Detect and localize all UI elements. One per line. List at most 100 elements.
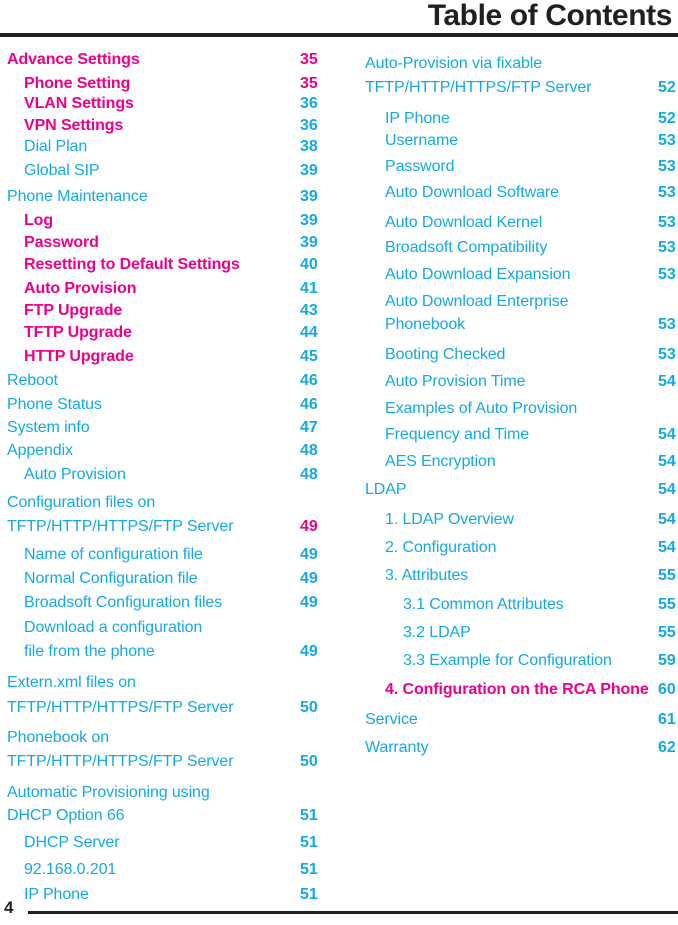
toc-entry-3-2-ldap[interactable]: 3.2 LDAP 55 bbox=[345, 623, 678, 643]
toc-entry-download-a-configuration[interactable]: Download a configuration bbox=[0, 618, 340, 638]
toc-entry-label: Service bbox=[365, 711, 418, 728]
toc-entry-label: Dial Plan bbox=[24, 138, 88, 155]
toc-entry-dial-plan[interactable]: Dial Plan 38 bbox=[0, 137, 340, 157]
toc-entry-tftp-http-https-ftp-server[interactable]: TFTP/HTTP/HTTPS/FTP Server 50 bbox=[0, 698, 340, 718]
toc-entry-page-number: 35 bbox=[300, 51, 318, 68]
toc-column-left: Advance Settings 35 Phone Setting 35 VLAN Se… bbox=[0, 0, 340, 903]
toc-entry-appendix[interactable]: Appendix 48 bbox=[0, 441, 340, 461]
toc-entry-phonebook[interactable]: Phonebook 53 bbox=[345, 315, 678, 335]
toc-entry-label: Phone Maintenance bbox=[7, 188, 148, 205]
toc-entry-dhcp-server[interactable]: DHCP Server 51 bbox=[0, 833, 340, 853]
toc-entry-configuration-files-on[interactable]: Configuration files on bbox=[0, 493, 340, 513]
toc-entry-service[interactable]: Service 61 bbox=[345, 710, 678, 730]
toc-entry-page-number: 54 bbox=[658, 511, 676, 528]
toc-entry-extern-xml-files-on[interactable]: Extern.xml files on bbox=[0, 673, 340, 693]
toc-entry-password[interactable]: Password 39 bbox=[0, 233, 340, 253]
toc-entry-tftp-http-https-ftp-server[interactable]: TFTP/HTTP/HTTPS/FTP Server 52 bbox=[345, 78, 678, 98]
toc-entry-auto-provision-via-fixable[interactable]: Auto-Provision via fixable bbox=[345, 54, 678, 74]
toc-entry-warranty[interactable]: Warranty 62 bbox=[345, 738, 678, 758]
toc-entry-tftp-http-https-ftp-server[interactable]: TFTP/HTTP/HTTPS/FTP Server 50 bbox=[0, 752, 340, 772]
toc-entry-page-number: 60 bbox=[658, 681, 676, 698]
toc-entry-label: Auto Provision bbox=[24, 280, 137, 297]
toc-entry-password[interactable]: Password 53 bbox=[345, 157, 678, 177]
toc-entry-label: Advance Settings bbox=[7, 51, 140, 68]
toc-entry-page-number: 49 bbox=[300, 546, 318, 563]
toc-entry-page-number: 52 bbox=[658, 110, 676, 127]
toc-entry-page-number: 53 bbox=[658, 184, 676, 201]
toc-entry-page-number: 39 bbox=[300, 188, 318, 205]
toc-entry-label: Booting Checked bbox=[385, 346, 506, 363]
toc-entry-label: Broadsoft Compatibility bbox=[385, 239, 548, 256]
toc-entry-page-number: 51 bbox=[300, 807, 318, 824]
toc-entry-label: TFTP Upgrade bbox=[24, 324, 132, 341]
toc-entry-dhcp-option-66[interactable]: DHCP Option 66 51 bbox=[0, 806, 340, 826]
toc-entry-92-168-0-201[interactable]: 92.168.0.201 51 bbox=[0, 860, 340, 880]
toc-entry-broadsoft-compatibility[interactable]: Broadsoft Compatibility 53 bbox=[345, 238, 678, 258]
toc-entry-2-configuration[interactable]: 2. Configuration 54 bbox=[345, 538, 678, 558]
toc-entry-page-number: 53 bbox=[658, 158, 676, 175]
toc-entry-page-number: 54 bbox=[658, 539, 676, 556]
toc-entry-page-number: 61 bbox=[658, 711, 676, 728]
toc-entry-global-sip[interactable]: Global SIP 39 bbox=[0, 161, 340, 181]
toc-entry-label: Auto Provision bbox=[24, 466, 126, 483]
toc-entry-name-of-configuration-file[interactable]: Name of configuration file 49 bbox=[0, 545, 340, 565]
toc-entry-auto-provision[interactable]: Auto Provision 41 bbox=[0, 279, 340, 299]
toc-entry-3-3-example-for-configuration[interactable]: 3.3 Example for Configuration 59 bbox=[345, 651, 678, 671]
toc-entry-ip-phone[interactable]: IP Phone 52 bbox=[345, 109, 678, 129]
toc-entry-booting-checked[interactable]: Booting Checked 53 bbox=[345, 345, 678, 365]
footer-divider bbox=[28, 911, 678, 914]
toc-entry-label: Auto Download Kernel bbox=[385, 214, 543, 231]
toc-entry-auto-download-expansion[interactable]: Auto Download Expansion 53 bbox=[345, 265, 678, 285]
toc-entry-label: Name of configuration file bbox=[24, 546, 203, 563]
toc-entry-4-configuration-on-the-rca-phone[interactable]: 4. Configuration on the RCA Phone 60 bbox=[345, 680, 678, 700]
toc-entry-file-from-the-phone[interactable]: file from the phone 49 bbox=[0, 642, 340, 662]
toc-entry-vpn-settings[interactable]: VPN Settings 36 bbox=[0, 116, 340, 136]
toc-entry-http-upgrade[interactable]: HTTP Upgrade 45 bbox=[0, 347, 340, 367]
toc-entry-label: Broadsoft Configuration files bbox=[24, 594, 223, 611]
toc-entry-frequency-and-time[interactable]: Frequency and Time 54 bbox=[345, 425, 678, 445]
toc-entry-normal-configuration-file[interactable]: Normal Configuration file 49 bbox=[0, 569, 340, 589]
toc-entry-3-1-common-attributes[interactable]: 3.1 Common Attributes 55 bbox=[345, 595, 678, 615]
toc-entry-auto-download-kernel[interactable]: Auto Download Kernel 53 bbox=[345, 213, 678, 233]
toc-entry-label: 92.168.0.201 bbox=[24, 861, 117, 878]
toc-entry-aes-encryption[interactable]: AES Encryption 54 bbox=[345, 452, 678, 472]
toc-entry-reboot[interactable]: Reboot 46 bbox=[0, 371, 340, 391]
toc-entry-resetting-to-default-settings[interactable]: Resetting to Default Settings 40 bbox=[0, 255, 340, 275]
toc-entry-auto-download-enterprise[interactable]: Auto Download Enterprise bbox=[345, 292, 678, 312]
toc-entry-page-number: 53 bbox=[658, 316, 676, 333]
toc-entry-phone-setting[interactable]: Phone Setting 35 bbox=[0, 74, 340, 94]
toc-entry-vlan-settings[interactable]: VLAN Settings 36 bbox=[0, 94, 340, 114]
toc-entry-ldap[interactable]: LDAP 54 bbox=[345, 480, 678, 500]
toc-entry-page-number: 35 bbox=[300, 75, 318, 92]
toc-entry-tftp-upgrade[interactable]: TFTP Upgrade 44 bbox=[0, 323, 340, 343]
toc-entry-page-number: 48 bbox=[300, 466, 318, 483]
toc-entry-log[interactable]: Log 39 bbox=[0, 211, 340, 231]
toc-entry-tftp-http-https-ftp-server[interactable]: TFTP/HTTP/HTTPS/FTP Server 49 bbox=[0, 517, 340, 537]
toc-entry-3-attributes[interactable]: 3. Attributes 55 bbox=[345, 566, 678, 586]
toc-entry-auto-provision-time[interactable]: Auto Provision Time 54 bbox=[345, 372, 678, 392]
toc-entry-label: TFTP/HTTP/HTTPS/FTP Server bbox=[7, 518, 234, 535]
toc-entry-label: Auto Download Software bbox=[385, 184, 559, 201]
toc-entry-page-number: 49 bbox=[300, 594, 318, 611]
toc-entry-page-number: 49 bbox=[300, 643, 318, 660]
toc-entry-username[interactable]: Username 53 bbox=[345, 131, 678, 151]
toc-entry-automatic-provisioning-using[interactable]: Automatic Provisioning using bbox=[0, 783, 340, 803]
toc-entry-auto-provision[interactable]: Auto Provision 48 bbox=[0, 465, 340, 485]
toc-entry-page-number: 53 bbox=[658, 239, 676, 256]
toc-entry-phone-status[interactable]: Phone Status 46 bbox=[0, 395, 340, 415]
toc-entry-auto-download-software[interactable]: Auto Download Software 53 bbox=[345, 183, 678, 203]
toc-entry-page-number: 53 bbox=[658, 346, 676, 363]
toc-entry-phone-maintenance[interactable]: Phone Maintenance 39 bbox=[0, 187, 340, 207]
toc-entry-broadsoft-configuration-files[interactable]: Broadsoft Configuration files 49 bbox=[0, 593, 340, 613]
toc-entry-label: VLAN Settings bbox=[24, 95, 134, 112]
toc-entry-advance-settings[interactable]: Advance Settings 35 bbox=[0, 50, 340, 70]
toc-entry-label: Auto-Provision via fixable bbox=[365, 55, 543, 72]
toc-entry-examples-of-auto-provision[interactable]: Examples of Auto Provision bbox=[345, 399, 678, 419]
toc-entry-ip-phone[interactable]: IP Phone 51 bbox=[0, 885, 340, 905]
toc-entry-ftp-upgrade[interactable]: FTP Upgrade 43 bbox=[0, 301, 340, 321]
toc-entry-system-info[interactable]: System info 47 bbox=[0, 418, 340, 438]
toc-entry-phonebook-on[interactable]: Phonebook on bbox=[0, 728, 340, 748]
toc-entry-page-number: 55 bbox=[658, 567, 676, 584]
toc-entry-label: Configuration files on bbox=[7, 494, 156, 511]
toc-entry-1-ldap-overview[interactable]: 1. LDAP Overview 54 bbox=[345, 510, 678, 530]
